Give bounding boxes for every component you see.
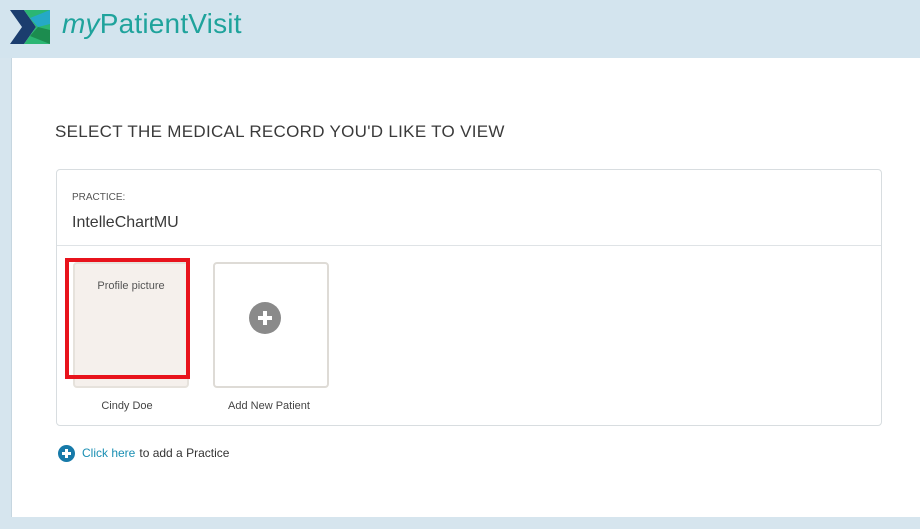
add-new-patient-tile[interactable] [213,262,329,388]
add-practice-text: to add a Practice [139,446,230,460]
add-practice-row: Click here to add a Practice [58,443,229,463]
logo-suffix: PatientVisit [99,8,242,39]
page-title: SELECT THE MEDICAL RECORD YOU'D LIKE TO … [55,122,505,141]
logo-prefix: my [62,8,100,39]
page-footer-band [0,517,920,529]
mypatientvisit-logo-icon [10,10,50,44]
patient-tile-cindy-doe[interactable]: Profile picture [73,262,189,388]
practice-card: PRACTICE: IntelleChartMU Profile picture… [56,169,882,426]
practice-label: PRACTICE: [72,192,126,203]
add-new-patient-label[interactable]: Add New Patient [204,400,334,412]
plus-circle-icon[interactable] [58,444,75,462]
add-practice-link[interactable]: Click here [82,446,135,460]
app-logo-text[interactable]: myPatientVisit [62,6,242,42]
patient-name[interactable]: Cindy Doe [62,400,192,412]
main-panel: SELECT THE MEDICAL RECORD YOU'D LIKE TO … [11,58,920,517]
plus-circle-icon [249,302,281,334]
divider [57,245,881,246]
profile-picture-placeholder: Profile picture [97,280,165,292]
practice-name: IntelleChartMU [72,214,179,231]
app-header: myPatientVisit [0,0,920,58]
